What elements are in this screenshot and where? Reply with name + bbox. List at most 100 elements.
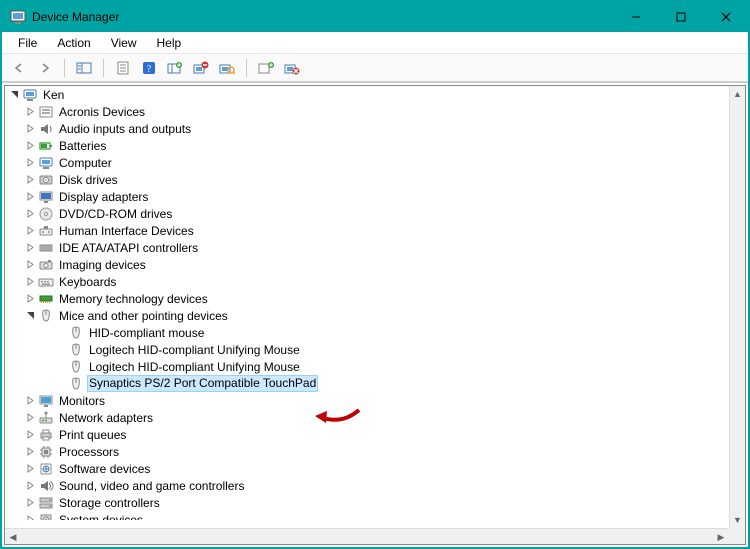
tree-expander-icon[interactable] bbox=[23, 292, 37, 306]
tree-expander-icon[interactable] bbox=[7, 88, 21, 102]
update-driver-button[interactable] bbox=[164, 57, 186, 79]
memory-icon bbox=[38, 291, 54, 307]
keyboard-icon bbox=[38, 274, 54, 290]
computer-root-icon bbox=[22, 87, 38, 103]
device-tree[interactable]: Ken Acronis Devices Audio inputs and outpu… bbox=[5, 86, 745, 520]
tree-expander-icon[interactable] bbox=[23, 445, 37, 459]
tree-expander-icon[interactable] bbox=[23, 428, 37, 442]
tree-category-label[interactable]: Print queues bbox=[57, 428, 128, 442]
properties-button[interactable] bbox=[112, 57, 134, 79]
hid-icon bbox=[38, 223, 54, 239]
tree-expander-icon[interactable] bbox=[23, 122, 37, 136]
tree-expander-icon[interactable] bbox=[23, 462, 37, 476]
tree-expander-icon[interactable] bbox=[23, 190, 37, 204]
vertical-scrollbar[interactable] bbox=[729, 86, 745, 528]
tree-category-label[interactable]: IDE ATA/ATAPI controllers bbox=[57, 241, 200, 255]
tree-expander-spacer bbox=[53, 377, 67, 391]
window-controls bbox=[613, 2, 748, 32]
tree-category-label[interactable]: Mice and other pointing devices bbox=[57, 309, 230, 323]
scrollbar-corner bbox=[729, 528, 745, 544]
tree-category-label[interactable]: DVD/CD-ROM drives bbox=[57, 207, 174, 221]
tree-expander-icon[interactable] bbox=[23, 139, 37, 153]
tree-expander-icon[interactable] bbox=[23, 394, 37, 408]
tree-expander-icon[interactable] bbox=[23, 224, 37, 238]
disable-device-button[interactable] bbox=[281, 57, 303, 79]
uninstall-button[interactable] bbox=[190, 57, 212, 79]
cpu-icon bbox=[38, 444, 54, 460]
tree-category-label[interactable]: Network adapters bbox=[57, 411, 155, 425]
tree-expander-icon[interactable] bbox=[23, 496, 37, 510]
menu-help[interactable]: Help bbox=[147, 34, 192, 52]
svg-text:?: ? bbox=[147, 64, 152, 75]
horizontal-scrollbar[interactable] bbox=[5, 528, 729, 544]
toolbar: ? bbox=[2, 54, 748, 82]
tree-category-label[interactable]: Audio inputs and outputs bbox=[57, 122, 193, 136]
storage-icon bbox=[38, 495, 54, 511]
tree-category-label[interactable]: System devices bbox=[57, 513, 145, 521]
tree-category-label[interactable]: Batteries bbox=[57, 139, 108, 153]
content-area: Ken Acronis Devices Audio inputs and outpu… bbox=[2, 82, 748, 547]
tree-device-label[interactable]: Logitech HID-compliant Unifying Mouse bbox=[87, 343, 302, 357]
mouse-icon bbox=[38, 308, 54, 324]
menu-file[interactable]: File bbox=[8, 34, 47, 52]
tree-category-label[interactable]: Display adapters bbox=[57, 190, 150, 204]
tree-category-label[interactable]: Monitors bbox=[57, 394, 107, 408]
computer-icon bbox=[38, 155, 54, 171]
close-button[interactable] bbox=[703, 2, 748, 32]
tree-category-label[interactable]: Disk drives bbox=[57, 173, 120, 187]
tree-device-label[interactable]: Logitech HID-compliant Unifying Mouse bbox=[87, 360, 302, 374]
tree-expander-spacer bbox=[53, 343, 67, 357]
tree-expander-icon[interactable] bbox=[23, 411, 37, 425]
monitor-icon bbox=[38, 393, 54, 409]
scan-hardware-button[interactable] bbox=[216, 57, 238, 79]
show-hide-tree-button[interactable] bbox=[73, 57, 95, 79]
help-button[interactable]: ? bbox=[138, 57, 160, 79]
tree-expander-icon[interactable] bbox=[23, 105, 37, 119]
sound-icon bbox=[38, 478, 54, 494]
tree-expander-icon[interactable] bbox=[23, 173, 37, 187]
mouse-icon bbox=[68, 342, 84, 358]
tree-expander-icon[interactable] bbox=[23, 513, 37, 521]
menu-view[interactable]: View bbox=[101, 34, 147, 52]
tree-category-label[interactable]: Acronis Devices bbox=[57, 105, 147, 119]
tree-category-label[interactable]: Human Interface Devices bbox=[57, 224, 196, 238]
tree-category-label[interactable]: Memory technology devices bbox=[57, 292, 210, 306]
battery-icon bbox=[38, 138, 54, 154]
tree-category-label[interactable]: Processors bbox=[57, 445, 121, 459]
window-title: Device Manager bbox=[32, 10, 613, 24]
tree-expander-icon[interactable] bbox=[23, 258, 37, 272]
printer-icon bbox=[38, 427, 54, 443]
add-legacy-hardware-button[interactable] bbox=[255, 57, 277, 79]
network-icon bbox=[38, 410, 54, 426]
tree-category-label[interactable]: Keyboards bbox=[57, 275, 118, 289]
tree-expander-icon[interactable] bbox=[23, 241, 37, 255]
tree-expander-icon[interactable] bbox=[23, 156, 37, 170]
tree-category-label[interactable]: Software devices bbox=[57, 462, 152, 476]
tree-expander-icon[interactable] bbox=[23, 309, 37, 323]
toolbar-separator bbox=[246, 59, 247, 77]
toolbar-separator bbox=[103, 59, 104, 77]
tree-expander-icon[interactable] bbox=[23, 207, 37, 221]
imaging-icon bbox=[38, 257, 54, 273]
maximize-button[interactable] bbox=[658, 2, 703, 32]
optical-icon bbox=[38, 206, 54, 222]
tree-device-label[interactable]: Synaptics PS/2 Port Compatible TouchPad bbox=[87, 375, 318, 392]
tree-category-label[interactable]: Imaging devices bbox=[57, 258, 148, 272]
mouse-icon bbox=[68, 376, 84, 392]
tree-expander-icon[interactable] bbox=[23, 479, 37, 493]
mouse-icon bbox=[68, 325, 84, 341]
minimize-button[interactable] bbox=[613, 2, 658, 32]
nav-forward-button[interactable] bbox=[34, 57, 56, 79]
nav-back-button[interactable] bbox=[8, 57, 30, 79]
tree-expander-spacer bbox=[53, 326, 67, 340]
tree-device-label[interactable]: HID-compliant mouse bbox=[87, 326, 206, 340]
tree-expander-icon[interactable] bbox=[23, 275, 37, 289]
menu-action[interactable]: Action bbox=[47, 34, 100, 52]
display-icon bbox=[38, 189, 54, 205]
device-manager-window: Device Manager File Action View Help ? bbox=[0, 0, 750, 549]
tree-category-label[interactable]: Storage controllers bbox=[57, 496, 162, 510]
menubar: File Action View Help bbox=[2, 32, 748, 54]
tree-category-label[interactable]: Computer bbox=[57, 156, 114, 170]
tree-category-label[interactable]: Sound, video and game controllers bbox=[57, 479, 246, 493]
tree-root-label[interactable]: Ken bbox=[41, 88, 66, 102]
